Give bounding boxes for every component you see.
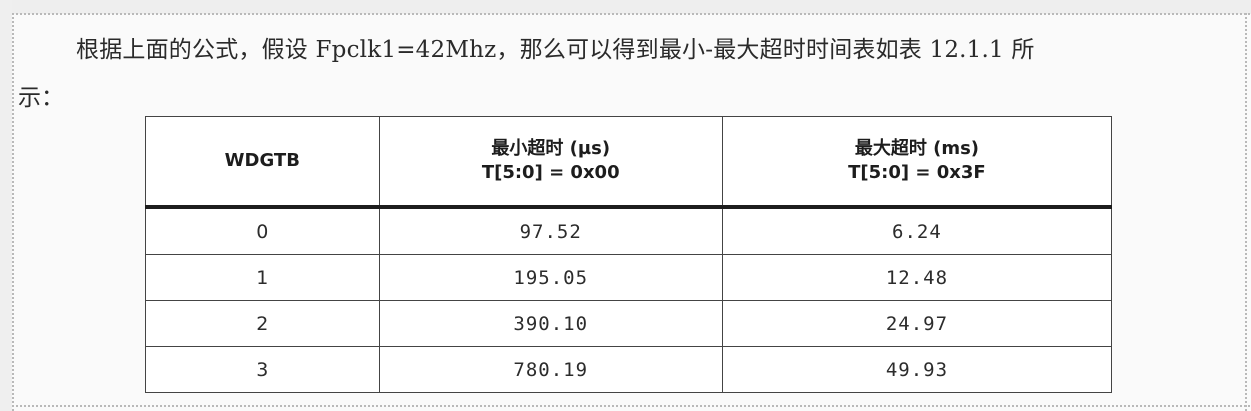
cell-min-timeout: 195.05 [378, 254, 723, 301]
header-min-condition: T[5:0] = 0x00 [481, 162, 620, 183]
paragraph-line-1: 根据上面的公式，假设 Fpclk1=42Mhz，那么可以得到最小-最大超时时间表… [76, 37, 1035, 63]
page-border-bottom [12, 405, 1250, 407]
header-max-timeout: 最大超时 (ms) T[5:0] = 0x3F [721, 116, 1113, 209]
cell-wdgtb: 3 [145, 346, 380, 393]
header-min-timeout: 最小超时 (µs) T[5:0] = 0x00 [378, 116, 723, 209]
cell-max-timeout: 24.97 [721, 300, 1113, 347]
table-row: 2 390.10 24.97 [145, 300, 1113, 347]
table-row: 1 195.05 12.48 [145, 254, 1113, 301]
cell-max-timeout: 6.24 [721, 206, 1113, 255]
header-max-condition: T[5:0] = 0x3F [848, 162, 986, 183]
header-max-title: 最大超时 (ms) [854, 138, 980, 159]
header-min-title: 最小超时 (µs) [491, 138, 611, 159]
timeout-table: WDGTB 最小超时 (µs) T[5:0] = 0x00 最大超时 (ms) … [145, 116, 1113, 393]
cell-wdgtb: 1 [145, 254, 380, 301]
cell-wdgtb: 0 [145, 206, 380, 255]
cell-wdgtb: 2 [145, 300, 380, 347]
document-page: 根据上面的公式，假设 Fpclk1=42Mhz，那么可以得到最小-最大超时时间表… [0, 0, 1251, 411]
table-row: 0 97.52 6.24 [145, 206, 1113, 255]
page-border-top [12, 13, 1250, 15]
cell-min-timeout: 780.19 [378, 346, 723, 393]
cell-min-timeout: 390.10 [378, 300, 723, 347]
page-border-left [12, 13, 14, 411]
cell-max-timeout: 12.48 [721, 254, 1113, 301]
cell-min-timeout: 97.52 [378, 206, 723, 255]
paragraph-line-2: 示： [18, 85, 64, 111]
header-wdgtb: WDGTB [145, 116, 380, 209]
table-row: 3 780.19 49.93 [145, 346, 1113, 393]
body-paragraph: 根据上面的公式，假设 Fpclk1=42Mhz，那么可以得到最小-最大超时时间表… [18, 26, 1240, 122]
page-left-margin [0, 0, 12, 411]
cell-max-timeout: 49.93 [721, 346, 1113, 393]
table-header-row: WDGTB 最小超时 (µs) T[5:0] = 0x00 最大超时 (ms) … [145, 116, 1113, 209]
page-border-right [1245, 13, 1247, 411]
page-top-margin [0, 0, 1251, 14]
